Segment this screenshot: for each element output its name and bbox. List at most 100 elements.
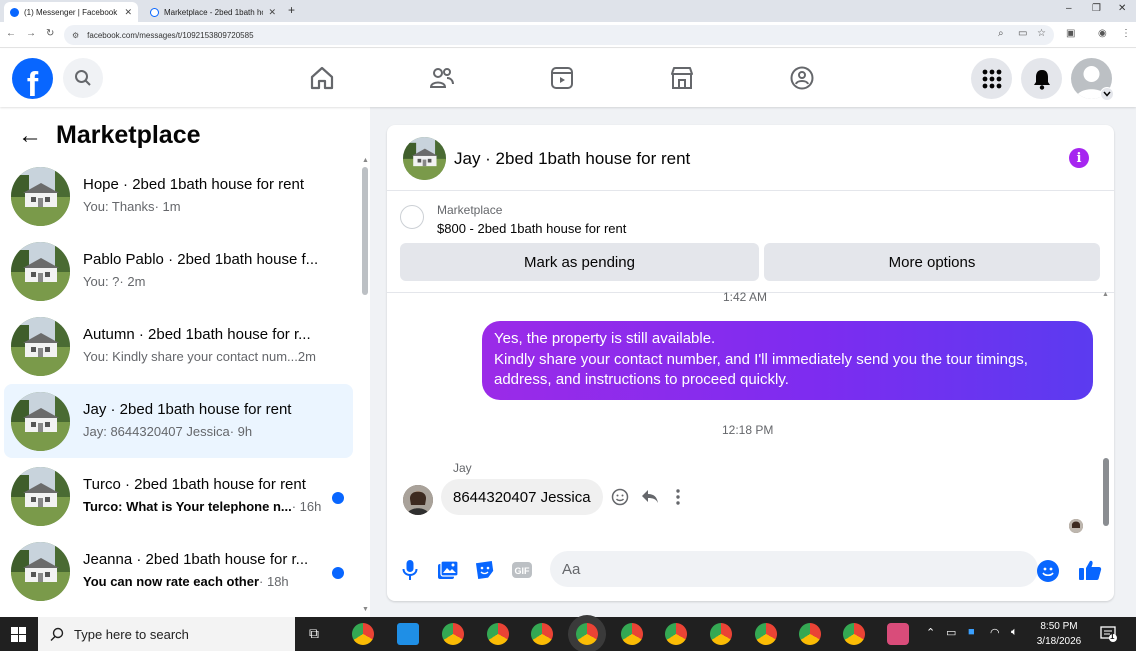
- chrome-profile-taskbar-icon[interactable]: [755, 623, 777, 645]
- zoom-icon[interactable]: ⌕: [998, 28, 1004, 39]
- close-tab-icon[interactable]: ✕: [124, 7, 132, 18]
- conversation-item[interactable]: Hope · 2bed 1bath house for rent You: Tha…: [4, 159, 353, 233]
- task-view-icon[interactable]: ⧉: [309, 625, 319, 642]
- emoji-icon[interactable]: [1037, 560, 1059, 582]
- side-panel-icon[interactable]: ▣: [1066, 28, 1075, 39]
- photo-icon[interactable]: [436, 558, 460, 582]
- battery-icon[interactable]: ▭: [946, 626, 956, 639]
- bookmark-star-icon[interactable]: ☆: [1037, 28, 1046, 39]
- reload-icon[interactable]: ↻: [46, 28, 54, 39]
- forward-icon[interactable]: →: [26, 28, 36, 39]
- chrome-profile-taskbar-icon[interactable]: [621, 623, 643, 645]
- back-arrow-icon[interactable]: ←: [18, 122, 42, 150]
- new-tab-button[interactable]: +: [288, 3, 295, 17]
- search-icon: [50, 627, 64, 641]
- scroll-down-icon[interactable]: ▼: [362, 606, 369, 613]
- groups-icon[interactable]: [789, 65, 815, 91]
- sender-avatar[interactable]: [403, 485, 433, 515]
- chrome-profile-taskbar-icon[interactable]: [576, 623, 598, 645]
- mark-as-pending-button[interactable]: Mark as pending: [400, 243, 759, 281]
- chat-scrollbar[interactable]: [1103, 458, 1109, 526]
- conversation-avatar: [11, 242, 70, 301]
- sidebar-header: ← Marketplace: [18, 121, 201, 150]
- facebook-favicon-icon: [10, 7, 19, 17]
- facebook-logo-icon[interactable]: f: [12, 58, 53, 99]
- marketplace-icon[interactable]: [669, 65, 695, 91]
- voice-access-taskbar-icon[interactable]: [397, 623, 419, 645]
- system-clock[interactable]: 8:50 PM 3/18/2026: [1034, 619, 1084, 649]
- chrome-profile-taskbar-icon[interactable]: [799, 623, 821, 645]
- message-input[interactable]: [562, 551, 1002, 587]
- marketplace-sidebar: ← Marketplace Hope · 2bed 1bath house fo…: [0, 107, 370, 617]
- conversation-header: Jay · 2bed 1bath house for rent i: [387, 125, 1114, 191]
- chrome-taskbar-icon[interactable]: [352, 623, 374, 645]
- gif-icon[interactable]: GIF: [510, 558, 534, 582]
- tab-marketplace[interactable]: Marketplace - 2bed 1bath hous ✕: [144, 2, 282, 22]
- close-window-icon[interactable]: ✕: [1118, 3, 1126, 14]
- info-icon[interactable]: i: [1069, 148, 1089, 168]
- chrome-profile-taskbar-icon[interactable]: [843, 623, 865, 645]
- reply-icon[interactable]: [639, 486, 661, 508]
- clock-date: 3/18/2026: [1036, 636, 1082, 647]
- back-icon[interactable]: ←: [6, 28, 16, 39]
- notification-center-icon[interactable]: 1: [1100, 626, 1118, 642]
- conversation-name: Turco · 2bed 1bath house for rent: [83, 476, 306, 493]
- conversation-snippet: Turco: What is Your telephone n...: [83, 499, 292, 514]
- conversation-item[interactable]: Jay · 2bed 1bath house for rent Jay: 8644…: [4, 384, 353, 458]
- chrome-profile-taskbar-icon[interactable]: [710, 623, 732, 645]
- video-icon[interactable]: [549, 65, 575, 91]
- show-hidden-icons-chevron-icon[interactable]: ⌃: [926, 626, 935, 639]
- outgoing-message-bubble[interactable]: Yes, the property is still available. Ki…: [482, 321, 1093, 400]
- conversation-item[interactable]: Jeanna · 2bed 1bath house for r... You ca…: [4, 534, 353, 608]
- conversation-time: · 2m: [119, 274, 146, 289]
- conversation-item[interactable]: Pablo Pablo · 2bed 1bath house f... You: …: [4, 234, 353, 308]
- search-button[interactable]: [63, 58, 103, 98]
- volume-icon[interactable]: 🔈︎: [1011, 626, 1018, 639]
- chrome-profile-taskbar-icon[interactable]: [665, 623, 687, 645]
- menu-icon[interactable]: ⋮: [1121, 28, 1131, 39]
- conversation-time: · 18h: [259, 574, 289, 589]
- listing-price-title[interactable]: $800 - 2bed 1bath house for rent: [437, 221, 626, 236]
- tab-messenger[interactable]: (1) Messenger | Facebook ✕: [4, 2, 138, 22]
- account-chevron-down-icon[interactable]: [1100, 87, 1114, 101]
- url-field[interactable]: ⚙ facebook.com/messages/t/10921538097205…: [64, 25, 1054, 45]
- windows-start-button[interactable]: [0, 617, 36, 651]
- conversation-item[interactable]: Autumn · 2bed 1bath house for r... You: K…: [4, 309, 353, 383]
- chrome-profile-taskbar-icon[interactable]: [442, 623, 464, 645]
- more-actions-icon[interactable]: [667, 486, 689, 508]
- home-icon[interactable]: [309, 65, 335, 91]
- conversation-title[interactable]: Jay · 2bed 1bath house for rent: [454, 149, 690, 169]
- conversation-name: Jay · 2bed 1bath house for rent: [83, 401, 292, 418]
- sidebar-scrollbar[interactable]: [362, 167, 368, 295]
- react-emoji-icon[interactable]: [609, 486, 631, 508]
- conversation-name: Jeanna · 2bed 1bath house for r...: [83, 551, 309, 568]
- scroll-up-icon[interactable]: ▲: [362, 157, 369, 164]
- more-options-button[interactable]: More options: [764, 243, 1100, 281]
- sticker-icon[interactable]: [473, 558, 497, 582]
- incoming-message-bubble[interactable]: 8644320407 Jessica: [441, 479, 603, 515]
- like-thumb-icon[interactable]: [1078, 558, 1102, 582]
- minimize-icon[interactable]: –: [1066, 3, 1072, 14]
- security-tray-icon[interactable]: ■: [968, 626, 975, 638]
- maximize-icon[interactable]: ❐: [1092, 3, 1101, 14]
- menu-grid-button[interactable]: [971, 58, 1012, 99]
- close-tab-icon[interactable]: ✕: [268, 7, 276, 18]
- chrome-profile-taskbar-icon[interactable]: [531, 623, 553, 645]
- chrome-profile-taskbar-icon[interactable]: [487, 623, 509, 645]
- conversation-snippet: You: Thanks: [83, 199, 155, 214]
- scroll-up-icon[interactable]: ▲: [1102, 291, 1109, 298]
- friends-icon[interactable]: [429, 65, 455, 91]
- paint-app-taskbar-icon[interactable]: [887, 623, 909, 645]
- conversation-item[interactable]: Turco · 2bed 1bath house for rent Turco: …: [4, 459, 353, 533]
- profile-icon[interactable]: ◉: [1098, 28, 1107, 39]
- wifi-icon[interactable]: ◠: [990, 626, 1000, 639]
- taskbar-search-box[interactable]: Type here to search: [38, 617, 295, 651]
- tab-title: Marketplace - 2bed 1bath hous: [164, 7, 264, 17]
- notifications-button[interactable]: [1021, 58, 1062, 99]
- microphone-icon[interactable]: [398, 558, 422, 582]
- cast-icon[interactable]: ▭: [1018, 28, 1027, 39]
- message-input-box[interactable]: [550, 551, 1059, 587]
- site-info-icon[interactable]: ⚙: [72, 31, 79, 40]
- listing-avatar[interactable]: [403, 137, 446, 180]
- conversation-preview: You: Thanks · 1m: [83, 199, 333, 214]
